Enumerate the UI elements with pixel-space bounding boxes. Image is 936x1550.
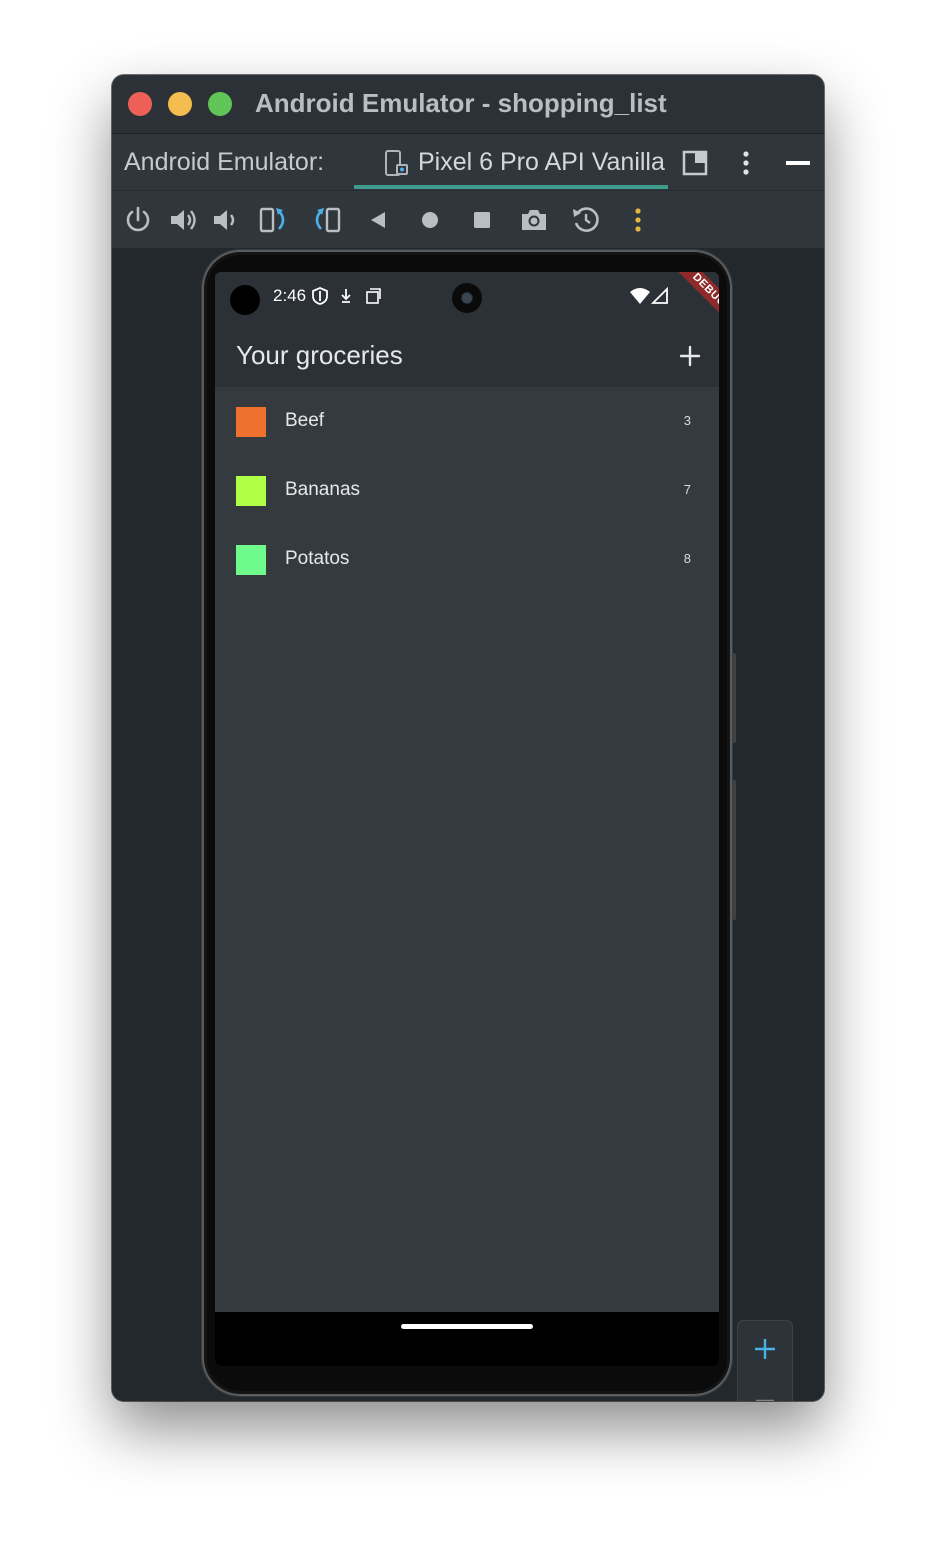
download-icon [341, 289, 351, 303]
power-icon[interactable] [122, 204, 154, 236]
volume-up-icon[interactable] [167, 204, 199, 236]
window-title: Android Emulator - shopping_list [255, 88, 667, 118]
category-color-swatch [236, 407, 266, 437]
phone-power-button [732, 653, 736, 743]
grocery-item-name: Potatos [285, 548, 350, 569]
phone-screen[interactable]: 2:46 DEBUG Your groceries Beef 3 Bananas… [215, 272, 719, 1366]
shield-icon [312, 287, 328, 305]
zoom-window-button[interactable] [208, 92, 232, 116]
device-tab[interactable]: Pixel 6 Pro API Vanilla [354, 134, 668, 191]
emulator-stage: 2:46 DEBUG Your groceries Beef 3 Bananas… [112, 248, 824, 1401]
more-options-icon[interactable] [731, 148, 761, 178]
grocery-item-quantity: 3 [683, 413, 691, 428]
add-icon[interactable] [673, 339, 707, 373]
more-icon[interactable] [622, 204, 654, 236]
grocery-item-name: Beef [285, 410, 325, 431]
active-tab-indicator [354, 185, 668, 189]
device-tab-bar: Android Emulator: Pixel 6 Pro API Vanill… [112, 133, 824, 191]
grocery-item[interactable]: Bananas 7 [215, 456, 719, 525]
screenshot-icon[interactable] [518, 204, 550, 236]
emulator-toolbar [112, 190, 824, 249]
home-gesture-handle[interactable] [401, 1324, 533, 1329]
phone-device-icon [385, 150, 408, 176]
back-icon[interactable] [362, 204, 394, 236]
app-bar: Your groceries [215, 324, 719, 387]
zoom-in-icon[interactable] [749, 1333, 781, 1365]
phone-frame: 2:46 DEBUG Your groceries Beef 3 Bananas… [202, 250, 732, 1396]
rotate-right-icon[interactable] [310, 204, 342, 236]
minimize-panel-icon[interactable] [783, 148, 813, 178]
front-camera [452, 283, 482, 313]
wifi-icon [630, 288, 650, 304]
zoom-controls: 1:1 [737, 1320, 793, 1401]
rotate-left-icon[interactable] [258, 204, 290, 236]
grocery-item-quantity: 8 [683, 551, 691, 566]
gesture-nav-bar [215, 1312, 719, 1366]
punch-hole [230, 285, 260, 315]
minimize-window-button[interactable] [168, 92, 192, 116]
category-color-swatch [236, 545, 266, 575]
grocery-list: Beef 3 Bananas 7 Potatos 8 [215, 387, 719, 594]
layout-toggle-icon[interactable] [680, 148, 710, 178]
status-bar: 2:46 DEBUG [215, 272, 719, 339]
sim-card-icon [366, 288, 381, 304]
status-time: 2:46 [273, 286, 307, 305]
home-icon[interactable] [414, 204, 446, 236]
volume-down-icon[interactable] [210, 204, 242, 236]
grocery-item[interactable]: Potatos 8 [215, 525, 719, 594]
phone-volume-button [732, 780, 736, 920]
zoom-out-icon[interactable] [749, 1385, 781, 1401]
grocery-item-quantity: 7 [683, 482, 691, 497]
grocery-item[interactable]: Beef 3 [215, 387, 719, 456]
close-window-button[interactable] [128, 92, 152, 116]
tab-bar-label: Android Emulator: [124, 148, 325, 176]
window-titlebar: Android Emulator - shopping_list [112, 75, 824, 133]
overview-icon[interactable] [466, 204, 498, 236]
cell-signal-icon [651, 287, 668, 304]
grocery-item-name: Bananas [285, 479, 361, 500]
emulator-window: Android Emulator - shopping_list Android… [112, 75, 824, 1401]
page-title: Your groceries [236, 340, 403, 370]
category-color-swatch [236, 476, 266, 506]
device-tab-label: Pixel 6 Pro API Vanilla [418, 148, 665, 176]
snapshot-icon[interactable] [570, 204, 602, 236]
